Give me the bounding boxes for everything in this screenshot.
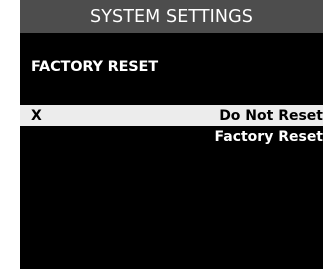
option-factory-reset[interactable]: Factory Reset bbox=[20, 126, 323, 147]
device-screen: SYSTEM SETTINGS FACTORY RESET X Do Not R… bbox=[20, 0, 323, 269]
option-label: Factory Reset bbox=[214, 128, 323, 145]
page: SYSTEM SETTINGS FACTORY RESET X Do Not R… bbox=[0, 0, 323, 269]
screen-title: SYSTEM SETTINGS bbox=[90, 7, 253, 27]
screen-header: SYSTEM SETTINGS bbox=[20, 0, 323, 33]
option-do-not-reset[interactable]: X Do Not Reset bbox=[20, 105, 323, 126]
selection-marker: X bbox=[31, 107, 42, 124]
option-list: X Do Not Reset Factory Reset bbox=[20, 105, 323, 147]
option-label: Do Not Reset bbox=[219, 107, 323, 124]
section-title: FACTORY RESET bbox=[31, 59, 158, 75]
